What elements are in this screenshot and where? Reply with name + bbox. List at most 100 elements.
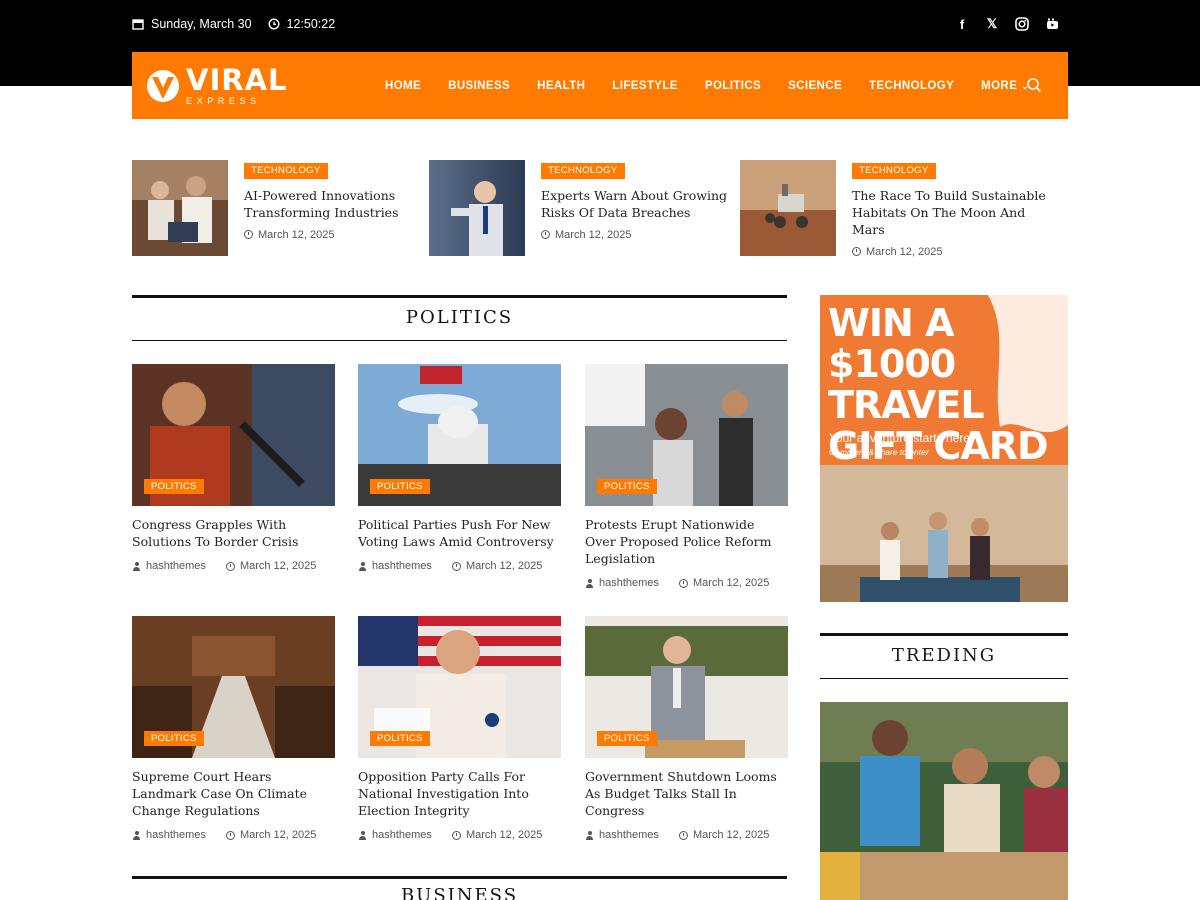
post-date: March 12, 2025 (692, 829, 770, 841)
author-icon (585, 830, 594, 840)
nav-technology[interactable]: TECHNOLOGY (869, 80, 954, 92)
nav-more-label: MORE (981, 79, 1018, 92)
article-image[interactable]: POLITICS (358, 616, 561, 758)
article-card[interactable]: POLITICS Congress Grapples With Solution… (132, 364, 335, 572)
trending-heading: TREDING (820, 633, 1068, 679)
article-card[interactable]: POLITICS Political Parties Push For New … (358, 364, 561, 572)
author-name[interactable]: hashthemes (146, 560, 206, 572)
main-navbar: VIRAL EXPRESS HOME BUSINESS HEALTH LIFES… (132, 52, 1068, 119)
nav-business[interactable]: BUSINESS (448, 80, 510, 92)
article-card[interactable]: POLITICS Government Shutdown Looms As Bu… (585, 616, 788, 841)
post-date: March 12, 2025 (465, 560, 543, 572)
nav-lifestyle[interactable]: LIFESTYLE (612, 80, 678, 92)
featured-title[interactable]: AI-Powered Innovations Transforming Indu… (244, 187, 444, 221)
featured-image[interactable] (132, 160, 228, 256)
clock-icon (451, 830, 461, 840)
current-time: 12:50:22 (286, 17, 336, 31)
main-menu: HOME BUSINESS HEALTH LIFESTYLE POLITICS … (385, 52, 1056, 119)
calendar-icon (132, 19, 144, 30)
politics-section-heading: POLITICS (132, 295, 787, 341)
category-tag[interactable]: TECHNOLOGY (852, 163, 936, 179)
social-links: f 𝕏 (954, 16, 1060, 32)
nav-home[interactable]: HOME (385, 80, 421, 92)
article-image[interactable]: POLITICS (585, 616, 788, 758)
category-tag[interactable]: POLITICS (144, 730, 204, 746)
category-tag[interactable]: TECHNOLOGY (541, 163, 625, 179)
post-date: March 12, 2025 (239, 560, 317, 572)
post-date: March 12, 2025 (555, 228, 632, 241)
article-title[interactable]: Supreme Court Hears Landmark Case On Cli… (132, 768, 335, 819)
post-date: March 12, 2025 (239, 829, 317, 841)
featured-image[interactable] (429, 160, 525, 256)
featured-title[interactable]: The Race To Build Sustainable Habitats O… (852, 187, 1052, 238)
clock-icon (852, 247, 861, 256)
featured-item[interactable]: TECHNOLOGY The Race To Build Sustainable… (740, 160, 1052, 258)
business-section-heading: BUSINESS (132, 876, 787, 900)
author-name[interactable]: hashthemes (372, 560, 432, 572)
date-time: Sunday, March 30 12:50:22 (132, 17, 345, 31)
post-date: March 12, 2025 (465, 829, 543, 841)
article-card[interactable]: POLITICS Protests Erupt Nationwide Over … (585, 364, 788, 589)
search-icon[interactable] (1026, 77, 1042, 93)
post-date: March 12, 2025 (866, 245, 943, 258)
post-date: March 12, 2025 (258, 228, 335, 241)
nav-science[interactable]: SCIENCE (788, 80, 842, 92)
facebook-icon[interactable]: f (954, 16, 970, 32)
featured-image[interactable] (740, 160, 836, 256)
clock-icon (541, 230, 550, 239)
article-card[interactable]: POLITICS Supreme Court Hears Landmark Ca… (132, 616, 335, 841)
trending-image[interactable] (820, 702, 1068, 900)
article-title[interactable]: Opposition Party Calls For National Inve… (358, 768, 561, 819)
promo-subtitle: Your adventure starts here. (829, 431, 974, 445)
category-tag[interactable]: POLITICS (370, 478, 430, 494)
nav-more[interactable]: MORE ⌄ (981, 80, 1029, 92)
featured-item[interactable]: TECHNOLOGY Experts Warn About Growing Ri… (429, 160, 741, 256)
clock-icon (225, 830, 235, 840)
article-image[interactable]: POLITICS (358, 364, 561, 506)
clock-icon (244, 230, 253, 239)
x-icon[interactable]: 𝕏 (984, 16, 1000, 32)
logo-tagline: EXPRESS (186, 96, 261, 106)
author-icon (585, 578, 594, 588)
category-tag[interactable]: POLITICS (597, 730, 657, 746)
clock-icon (678, 830, 688, 840)
author-icon (358, 830, 367, 840)
clock-icon (678, 578, 688, 588)
promo-note: Comment & share to enter (829, 447, 929, 457)
promo-line-1: WIN A $1000 (828, 301, 956, 386)
logo-mark-icon (147, 70, 179, 102)
youtube-icon[interactable] (1044, 16, 1060, 32)
article-title[interactable]: Protests Erupt Nationwide Over Proposed … (585, 516, 788, 567)
featured-item[interactable]: TECHNOLOGY AI-Powered Innovations Transf… (132, 160, 444, 256)
article-title[interactable]: Government Shutdown Looms As Budget Talk… (585, 768, 788, 819)
article-title[interactable]: Political Parties Push For New Voting La… (358, 516, 561, 550)
category-tag[interactable]: TECHNOLOGY (244, 163, 328, 179)
author-name[interactable]: hashthemes (599, 577, 659, 589)
author-icon (132, 561, 141, 571)
nav-health[interactable]: HEALTH (537, 80, 585, 92)
article-title[interactable]: Congress Grapples With Solutions To Bord… (132, 516, 335, 550)
article-card[interactable]: POLITICS Opposition Party Calls For Nati… (358, 616, 561, 841)
category-tag[interactable]: POLITICS (370, 730, 430, 746)
author-name[interactable]: hashthemes (146, 829, 206, 841)
post-date: March 12, 2025 (692, 577, 770, 589)
article-image[interactable]: POLITICS (132, 616, 335, 758)
clock-icon (451, 561, 461, 571)
clock-icon (225, 561, 235, 571)
author-icon (132, 830, 141, 840)
article-image[interactable]: POLITICS (132, 364, 335, 506)
author-icon (358, 561, 367, 571)
nav-politics[interactable]: POLITICS (705, 80, 761, 92)
author-name[interactable]: hashthemes (372, 829, 432, 841)
logo-name: VIRAL (186, 63, 288, 97)
instagram-icon[interactable] (1014, 16, 1030, 32)
promo-banner[interactable]: WIN A $1000 TRAVEL GIFT CARD Your advent… (820, 295, 1068, 602)
featured-title[interactable]: Experts Warn About Growing Risks Of Data… (541, 187, 741, 221)
category-tag[interactable]: POLITICS (597, 478, 657, 494)
clock-icon (268, 18, 280, 30)
author-name[interactable]: hashthemes (599, 829, 659, 841)
article-image[interactable]: POLITICS (585, 364, 788, 506)
current-date: Sunday, March 30 (151, 17, 252, 31)
category-tag[interactable]: POLITICS (144, 478, 204, 494)
site-logo[interactable]: VIRAL EXPRESS (146, 66, 288, 106)
